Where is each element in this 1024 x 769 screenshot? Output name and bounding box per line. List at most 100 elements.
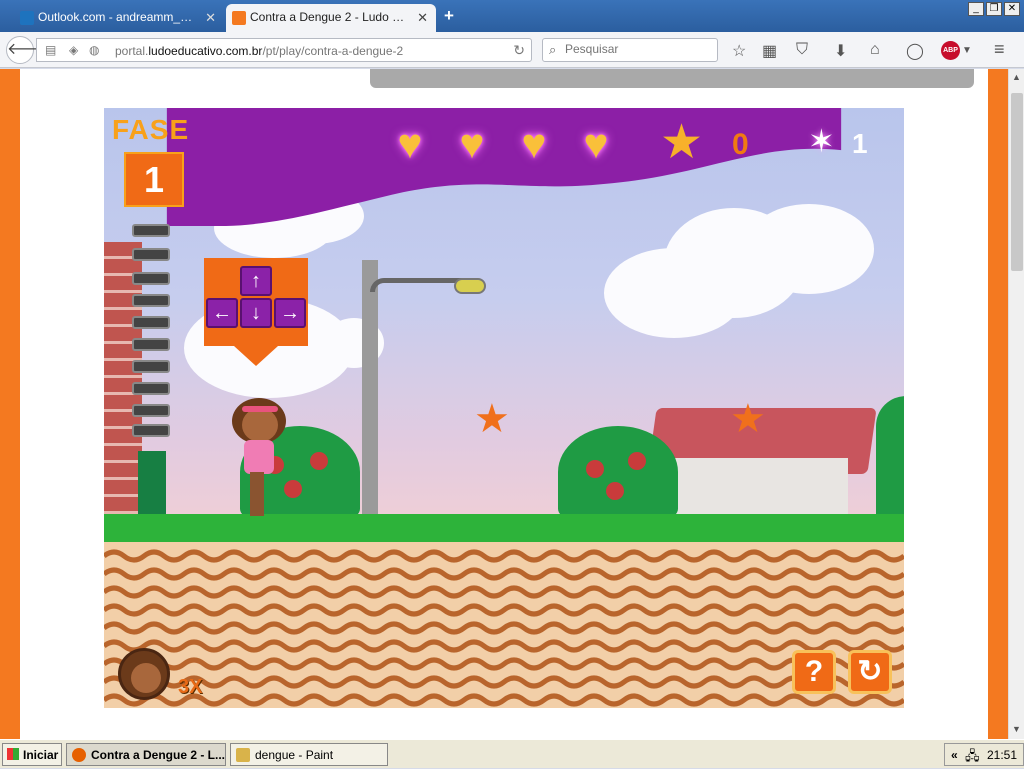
player-headband xyxy=(242,406,278,412)
green-hedge xyxy=(876,396,904,516)
firefox-icon xyxy=(72,748,86,762)
mosquito-count: 1 xyxy=(852,128,868,159)
taskbar-item-firefox[interactable]: Contra a Dengue 2 - L... xyxy=(66,743,226,766)
help-button[interactable]: ? xyxy=(792,650,836,694)
hamburger-menu-icon[interactable]: ≡ xyxy=(994,39,1005,60)
ladder-rung xyxy=(132,424,170,437)
street-lamp-light xyxy=(454,278,486,294)
ladder-rung xyxy=(132,272,170,285)
ladder-rung xyxy=(132,404,170,417)
tab-outlook[interactable]: Outlook.com - andreamm_10... ✕ xyxy=(14,4,224,32)
page-content: ▲ ▼ FASE 1 ♥ ♥ ♥ ♥ ★ 0 ✶ 1 ★ ★ ↑ ← ↓ → 3… xyxy=(0,69,1024,739)
site-navigation-bar[interactable] xyxy=(370,69,974,88)
shield-icon[interactable]: ◈ xyxy=(69,43,78,57)
back-button[interactable]: 🡐 xyxy=(6,36,50,64)
window-controls: _ ❐ ✕ xyxy=(968,2,1020,16)
tray-expand-icon[interactable]: « xyxy=(951,748,958,762)
heart-icon: ♥ xyxy=(583,120,609,167)
lives-count: 3X xyxy=(178,676,203,698)
ladder-rung xyxy=(132,248,170,261)
chevron-down-icon[interactable]: ▼ xyxy=(962,45,972,56)
berry xyxy=(310,452,328,470)
ladder-rung xyxy=(132,360,170,373)
bookmark-star-icon[interactable]: ☆ xyxy=(732,41,746,61)
berry xyxy=(628,452,646,470)
download-icon[interactable]: ⬇ xyxy=(834,41,847,61)
ladder-rung xyxy=(132,294,170,307)
tab-title: Outlook.com - andreamm_10... xyxy=(38,10,198,24)
ladder-rung xyxy=(132,316,170,329)
minimize-button[interactable]: _ xyxy=(968,2,984,16)
system-tray: « 🖧 21:51 xyxy=(944,743,1024,766)
tab-contra-a-dengue[interactable]: Contra a Dengue 2 - Ludo Ed... ✕ xyxy=(226,4,436,32)
browser-tab-bar: Outlook.com - andreamm_10... ✕ Contra a … xyxy=(0,0,1024,32)
heart-icon: ♥ xyxy=(397,120,423,167)
game-canvas[interactable]: FASE 1 ♥ ♥ ♥ ♥ ★ 0 ✶ 1 ★ ★ ↑ ← ↓ → 3X ? … xyxy=(104,108,904,708)
adblock-icon[interactable]: ABP xyxy=(941,41,960,60)
ladder-rung xyxy=(132,224,170,237)
phase-label: FASE xyxy=(112,114,190,145)
arrow-left-key: ← xyxy=(206,298,238,328)
chat-icon[interactable]: ◯ xyxy=(906,41,924,61)
clock[interactable]: 21:51 xyxy=(987,748,1017,762)
arrow-keys-hint: ↑ ← ↓ → xyxy=(204,258,308,346)
taskbar-item-label: Contra a Dengue 2 - L... xyxy=(91,748,226,762)
taskbar-item-paint[interactable]: dengue - Paint xyxy=(230,743,388,766)
collectible-star: ★ xyxy=(730,397,766,441)
library-icon[interactable]: ▤ xyxy=(45,43,56,57)
ladder-rung xyxy=(132,382,170,395)
player-face xyxy=(242,408,278,442)
star-counter-icon: ★ xyxy=(660,116,704,169)
close-window-button[interactable]: ✕ xyxy=(1004,2,1020,16)
lives-avatar xyxy=(118,648,170,700)
hud-banner xyxy=(166,108,842,226)
globe-icon[interactable]: ◍ xyxy=(89,43,99,57)
berry xyxy=(606,482,624,500)
arrow-up-key: ↑ xyxy=(240,266,272,296)
search-box[interactable]: ⌕ xyxy=(542,38,718,62)
grass-strip xyxy=(104,514,904,542)
scroll-up-icon[interactable]: ▲ xyxy=(1012,72,1021,82)
player-shirt xyxy=(244,440,274,474)
pocket-icon[interactable]: ⛉ xyxy=(796,41,808,59)
ground-pattern xyxy=(104,549,904,707)
ladder-rung xyxy=(132,338,170,351)
phase-number: 1 xyxy=(124,152,184,207)
windows-taskbar: Iniciar Contra a Dengue 2 - L... dengue … xyxy=(0,739,1024,768)
close-tab-icon[interactable]: ✕ xyxy=(417,10,428,26)
scroll-thumb[interactable] xyxy=(1011,93,1023,271)
reload-icon[interactable]: ↻ xyxy=(513,42,525,59)
hint-pointer xyxy=(234,346,278,366)
url-text[interactable]: portal.ludoeducativo.com.br/pt/play/cont… xyxy=(115,44,403,58)
scroll-down-icon[interactable]: ▼ xyxy=(1012,724,1021,734)
search-icon: ⌕ xyxy=(549,42,557,57)
outlook-icon xyxy=(20,11,34,25)
player-legs xyxy=(250,472,264,516)
right-decoration xyxy=(988,69,1008,739)
close-tab-icon[interactable]: ✕ xyxy=(205,10,216,26)
restore-button[interactable]: ❐ xyxy=(986,2,1002,16)
restart-button[interactable]: ↻ xyxy=(848,650,892,694)
berry-bush xyxy=(558,426,678,518)
player-character xyxy=(232,398,290,520)
tab-title: Contra a Dengue 2 - Ludo Ed... xyxy=(250,10,410,24)
reading-list-icon[interactable]: ▦ xyxy=(762,41,777,61)
search-input[interactable] xyxy=(565,42,713,56)
avatar-face xyxy=(131,663,161,693)
home-icon[interactable]: ⌂ xyxy=(870,41,880,59)
ludo-icon xyxy=(232,11,246,25)
mosquito-icon: ✶ xyxy=(808,123,835,159)
address-bar[interactable]: ▤ ◈ ◍ portal.ludoeducativo.com.br/pt/pla… xyxy=(36,38,532,62)
street-lamp-pole xyxy=(362,260,378,520)
arrow-down-key: ↓ xyxy=(240,298,272,328)
start-button[interactable]: Iniciar xyxy=(2,743,62,766)
network-icon[interactable]: 🖧 xyxy=(965,747,980,769)
berry xyxy=(586,460,604,478)
paint-icon xyxy=(236,748,250,762)
collectible-star: ★ xyxy=(474,397,510,441)
heart-icon: ♥ xyxy=(459,120,485,167)
page-scrollbar[interactable]: ▲ ▼ xyxy=(1008,69,1024,739)
navigation-toolbar: 🡐 ▤ ◈ ◍ portal.ludoeducativo.com.br/pt/p… xyxy=(0,32,1024,68)
taskbar-item-label: dengue - Paint xyxy=(255,748,334,762)
new-tab-button[interactable]: + xyxy=(444,6,454,26)
